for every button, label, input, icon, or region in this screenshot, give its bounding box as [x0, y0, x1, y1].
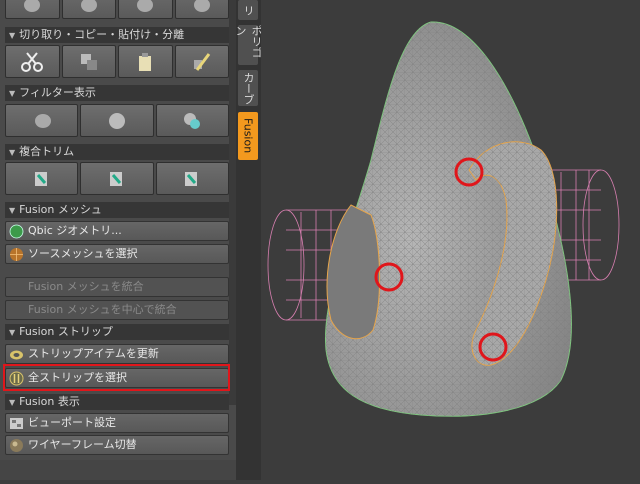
update-strip-items-button[interactable]: ストリップアイテムを更新	[5, 344, 229, 364]
tool-button[interactable]	[118, 0, 173, 19]
section-header-fusion-mesh[interactable]: ▼ Fusion メッシュ	[5, 202, 229, 218]
trim-icon	[109, 171, 122, 186]
wireframe-sphere-icon	[10, 439, 23, 452]
qbic-geometry-button[interactable]: Qbic ジオメトリ...	[5, 221, 229, 241]
copy-icon	[80, 53, 97, 70]
filter-button-2[interactable]	[80, 104, 154, 137]
section-header-filter-display[interactable]: ▼ フィルター表示	[5, 85, 229, 101]
filter-button-1[interactable]	[5, 104, 79, 137]
cut-button[interactable]	[5, 45, 60, 78]
sphere-filter-icon	[34, 113, 51, 128]
tab-label: Fusion	[241, 118, 255, 154]
strip-update-icon	[10, 350, 23, 360]
viewport-render	[267, 21, 620, 417]
tool-button[interactable]	[61, 0, 116, 19]
wireframe-toggle-button[interactable]: ワイヤーフレーム切替	[5, 435, 229, 455]
collapse-arrow-icon: ▼	[9, 148, 16, 157]
tab-curve[interactable]: カーブ	[238, 70, 258, 106]
paste-icon	[139, 52, 152, 71]
tab-fusion[interactable]: Fusion	[238, 112, 258, 160]
tool-button[interactable]	[174, 0, 229, 19]
tab-polygon[interactable]: ポリゴン	[234, 25, 263, 65]
tab-label: リ	[242, 4, 255, 16]
3d-viewport[interactable]	[261, 0, 640, 480]
section-title: 切り取り・コピー・貼付け・分離	[19, 28, 185, 41]
separate-button[interactable]	[174, 45, 229, 78]
section-title: フィルター表示	[19, 86, 96, 99]
globe-icon	[9, 224, 24, 239]
button-label: ビューポート設定	[28, 416, 116, 429]
sphere-filter-icon	[108, 112, 125, 129]
section-header-compound-trim[interactable]: ▼ 複合トリム	[5, 144, 229, 160]
section-title: Fusion メッシュ	[19, 203, 102, 216]
collapse-arrow-icon: ▼	[9, 206, 16, 215]
button-label: Qbic ジオメトリ...	[28, 224, 122, 237]
collapse-arrow-icon: ▼	[9, 89, 16, 98]
compound-trim-row	[5, 162, 229, 195]
button-label: Fusion メッシュを中心で統合	[28, 303, 177, 316]
trim-icon	[185, 171, 198, 186]
left-boolean-hole	[326, 204, 381, 340]
button-label: ストリップアイテムを更新	[28, 347, 159, 360]
copy-button[interactable]	[61, 45, 116, 78]
viewport-settings-icon	[10, 418, 23, 429]
trim-button-1[interactable]	[5, 162, 79, 195]
section-title: Fusion ストリップ	[19, 325, 113, 338]
wire-sphere-icon	[10, 248, 23, 261]
annotation-highlight-box	[3, 364, 230, 391]
trim-button-2[interactable]	[80, 162, 154, 195]
section-header-fusion-display[interactable]: ▼ Fusion 表示	[5, 394, 229, 410]
section-title: 複合トリム	[19, 145, 75, 158]
tool-panel: ▼ 切り取り・コピー・貼付け・分離 ▼ フィルター表示 ▼ 複合トリム ▼ Fusion…	[0, 0, 236, 480]
collapse-arrow-icon: ▼	[9, 31, 16, 40]
section-header-fusion-strip[interactable]: ▼ Fusion ストリップ	[5, 324, 229, 340]
top-icon-row	[5, 0, 229, 19]
paste-button[interactable]	[118, 45, 173, 78]
sphere-filter-icon	[184, 112, 201, 129]
tool-button[interactable]	[5, 0, 60, 19]
viewport-settings-button[interactable]: ビューポート設定	[5, 413, 229, 433]
cut-copy-paste-row	[5, 45, 229, 78]
merge-fusion-mesh-center-button[interactable]: Fusion メッシュを中心で統合	[5, 300, 229, 320]
section-header-cut-copy-paste[interactable]: ▼ 切り取り・コピー・貼付け・分離	[5, 27, 229, 43]
separate-icon	[193, 52, 210, 71]
collapse-arrow-icon: ▼	[9, 328, 16, 337]
select-source-mesh-button[interactable]: ソースメッシュを選択	[5, 244, 229, 264]
filter-button-3[interactable]	[155, 104, 229, 137]
trim-button-3[interactable]	[155, 162, 229, 195]
button-label: ワイヤーフレーム切替	[28, 438, 137, 451]
button-label: ソースメッシュを選択	[28, 247, 138, 260]
tab-label: カーブ	[242, 71, 255, 105]
collapse-arrow-icon: ▼	[9, 398, 16, 407]
vertical-tab-bar: リ ポリゴン カーブ Fusion	[234, 0, 263, 480]
section-title: Fusion 表示	[19, 395, 80, 408]
filter-display-row	[5, 104, 229, 137]
trim-icon	[34, 171, 47, 186]
tab-label: ポリゴン	[234, 25, 263, 58]
scissors-icon	[21, 51, 44, 72]
button-label: Fusion メッシュを統合	[28, 280, 144, 293]
tab-top[interactable]: リ	[238, 0, 258, 20]
merge-fusion-mesh-button[interactable]: Fusion メッシュを統合	[5, 277, 229, 297]
panel-footer	[0, 460, 236, 480]
